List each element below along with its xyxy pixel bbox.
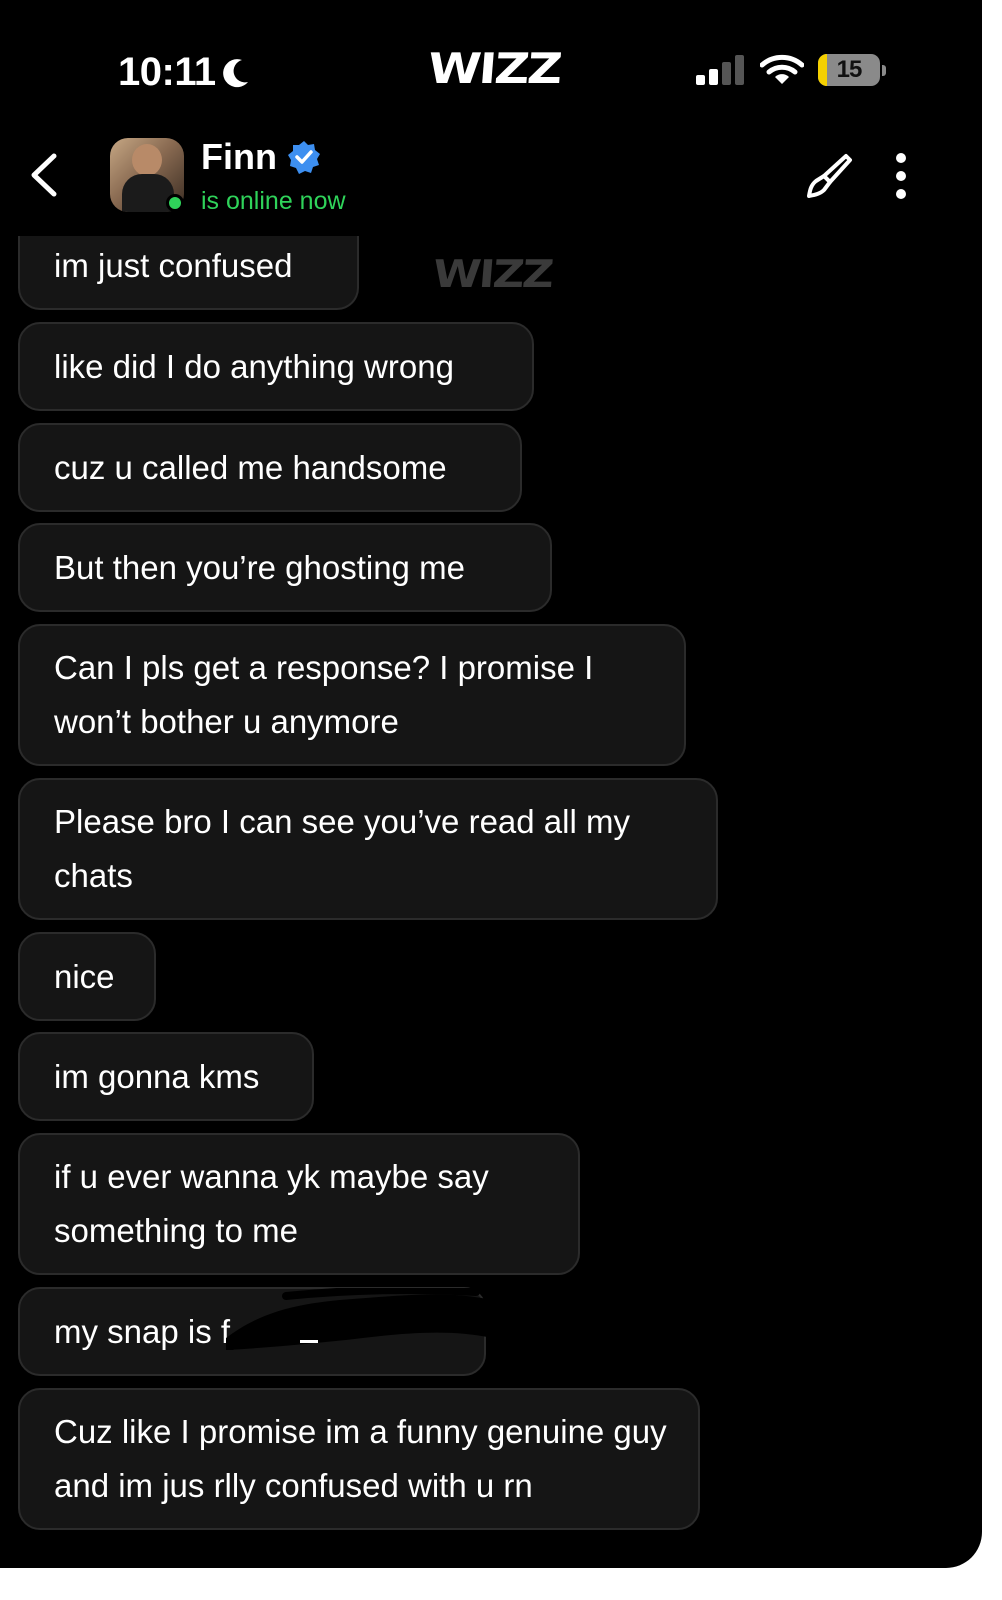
message-text: cuz u called me handsome [54, 448, 447, 486]
message-text: im gonna kms [54, 1057, 260, 1095]
redaction-scribble [226, 1288, 492, 1350]
message-bubble[interactable]: cuz u called me handsome [18, 423, 522, 512]
message-bubble[interactable]: Cuz like I promise im a funny genuine gu… [18, 1388, 700, 1530]
message-text: Can I pls get a response? I promise I wo… [54, 649, 594, 740]
message-text: im just confused [54, 247, 293, 284]
message-text: like did I do anything wrong [54, 347, 454, 385]
message-text: nice [54, 957, 115, 995]
message-bubble[interactable]: like did I do anything wrong [18, 322, 534, 411]
chat-screen: 10:11 WIZZ 15 Finn is online now im just… [0, 0, 982, 1568]
message-text: Please bro I can see you’ve read all my … [54, 803, 630, 894]
message-bubble[interactable]: But then you’re ghosting me [18, 523, 552, 612]
message-bubble[interactable]: im just confused [18, 236, 359, 310]
message-bubble[interactable]: if u ever wanna yk maybe say something t… [18, 1133, 580, 1275]
message-list[interactable]: im just confused like did I do anything … [0, 0, 982, 1568]
message-bubble[interactable]: Can I pls get a response? I promise I wo… [18, 624, 686, 766]
message-text: Cuz like I promise im a funny genuine gu… [54, 1413, 667, 1504]
message-bubble[interactable]: Please bro I can see you’ve read all my … [18, 778, 718, 920]
message-text: But then you’re ghosting me [54, 548, 465, 586]
watermark: WIZZ [431, 252, 554, 296]
message-bubble[interactable]: im gonna kms [18, 1032, 314, 1121]
message-bubble[interactable]: nice [18, 932, 156, 1021]
message-text: if u ever wanna yk maybe say something t… [54, 1158, 489, 1249]
message-text: my snap is f [54, 1312, 231, 1350]
